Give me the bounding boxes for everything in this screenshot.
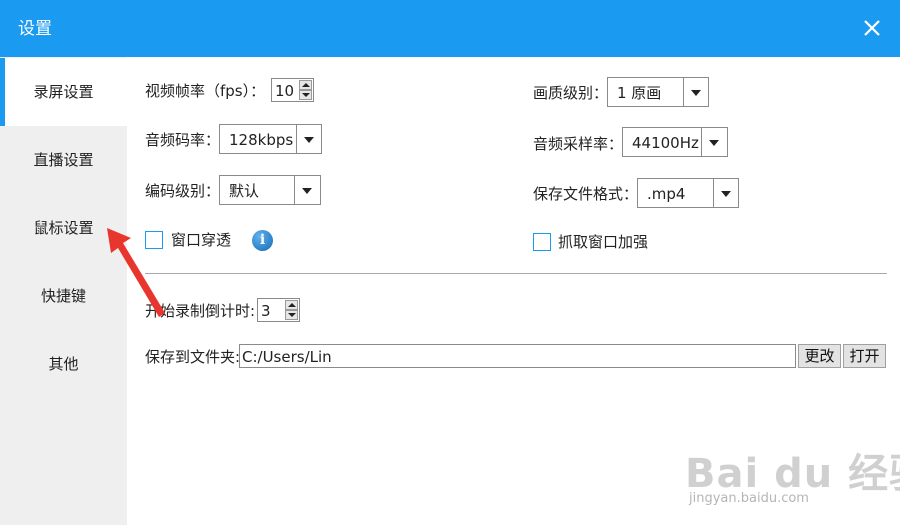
info-glyph: i — [259, 232, 266, 248]
quality-label: 画质级别： — [533, 84, 609, 102]
file-format-dropdown[interactable]: .mp4 — [637, 178, 739, 208]
info-icon[interactable]: i — [252, 230, 273, 251]
chevron-down-icon — [721, 191, 731, 197]
file-format-value: .mp4 — [647, 185, 686, 203]
chevron-down-icon — [304, 137, 314, 143]
dropdown-separator — [683, 78, 684, 106]
countdown-label: 开始录制倒计时: — [145, 302, 256, 320]
encode-level-dropdown[interactable]: 默认 — [219, 175, 321, 205]
capture-enhance-label: 抓取窗口加强 — [558, 233, 649, 251]
encode-level-label: 编码级别： — [145, 182, 221, 200]
sample-rate-label: 音频采样率： — [533, 135, 624, 153]
change-folder-button[interactable]: 更改 — [798, 344, 841, 368]
save-folder-value: C:/Users/Lin — [242, 348, 332, 366]
open-folder-button[interactable]: 打开 — [843, 344, 886, 368]
chevron-down-icon — [302, 188, 312, 194]
sidebar-item-label: 鼠标设置 — [33, 219, 94, 237]
sidebar-item-label: 快捷键 — [40, 287, 86, 305]
stepper-up-icon[interactable] — [299, 80, 312, 90]
dropdown-separator — [294, 176, 295, 204]
dropdown-separator — [713, 179, 714, 207]
stepper-down-icon[interactable] — [285, 310, 298, 320]
sample-rate-value: 44100Hz — [632, 134, 699, 152]
sidebar-item-hotkeys[interactable]: 快捷键 — [0, 262, 127, 330]
section-divider — [145, 273, 887, 274]
chevron-down-icon — [709, 140, 719, 146]
file-format-label: 保存文件格式： — [533, 185, 639, 203]
fps-value: 10 — [275, 82, 295, 100]
close-icon[interactable] — [858, 14, 886, 42]
sample-rate-dropdown[interactable]: 44100Hz — [622, 127, 728, 157]
save-folder-label: 保存到文件夹: — [145, 348, 241, 366]
save-folder-input[interactable]: C:/Users/Lin — [239, 344, 796, 368]
sidebar-item-live[interactable]: 直播设置 — [0, 126, 127, 194]
window-through-label: 窗口穿透 — [171, 231, 232, 249]
chevron-down-icon — [691, 90, 701, 96]
sidebar-item-mouse[interactable]: 鼠标设置 — [0, 194, 127, 262]
dropdown-separator — [701, 128, 702, 156]
fps-label: 视频帧率（fps）： — [145, 82, 266, 100]
title-bar: 设置 — [0, 0, 900, 57]
audio-bitrate-dropdown[interactable]: 128kbps — [219, 124, 322, 154]
window-title: 设置 — [18, 19, 52, 39]
window-through-checkbox[interactable] — [145, 231, 163, 249]
capture-enhance-checkbox[interactable] — [533, 233, 551, 251]
dropdown-separator — [296, 125, 297, 153]
sidebar-item-label: 直播设置 — [33, 151, 94, 169]
quality-value: 1 原画 — [617, 84, 662, 102]
encode-level-value: 默认 — [229, 182, 260, 200]
stepper-down-icon[interactable] — [299, 90, 312, 100]
settings-sidebar: 录屏设置 直播设置 鼠标设置 快捷键 其他 — [0, 57, 127, 525]
sidebar-item-label: 录屏设置 — [33, 83, 94, 101]
quality-dropdown[interactable]: 1 原画 — [607, 77, 709, 107]
sidebar-item-other[interactable]: 其他 — [0, 330, 127, 398]
fps-stepper[interactable]: 10 — [271, 78, 314, 102]
countdown-stepper[interactable]: 3 — [257, 298, 300, 322]
audio-bitrate-value: 128kbps — [229, 131, 294, 149]
countdown-value: 3 — [261, 302, 271, 320]
sidebar-item-record[interactable]: 录屏设置 — [0, 58, 127, 126]
stepper-up-icon[interactable] — [285, 300, 298, 310]
sidebar-item-label: 其他 — [48, 355, 79, 373]
audio-bitrate-label: 音频码率： — [145, 131, 221, 149]
